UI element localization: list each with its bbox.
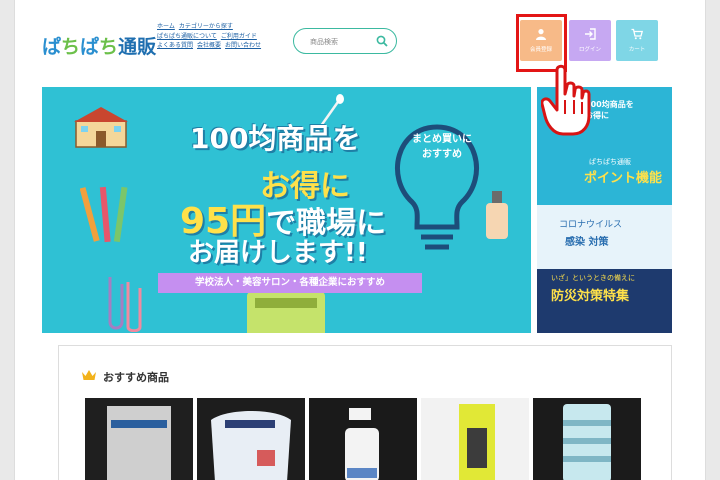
banner-callout: まとめ買いに おすすめ	[397, 132, 487, 162]
search-box[interactable]: 商品検索	[293, 28, 397, 54]
nav-link-category[interactable]: カテゴリーから探す	[179, 23, 233, 30]
nav-link-home[interactable]: ホーム	[157, 23, 175, 30]
product-image	[85, 398, 193, 480]
crown-icon	[82, 370, 96, 380]
calculator-illustration	[247, 292, 325, 333]
header-nav: ホーム カテゴリーから探す ぱちぱち通販について ご利用ガイド よくある質問 会社概要…	[157, 22, 277, 51]
nav-link-contact[interactable]: お問い合わせ	[225, 42, 261, 49]
product-image	[421, 398, 529, 480]
side-banner-text: 感染 対策	[565, 237, 609, 248]
logo-part: ち	[99, 36, 119, 58]
nav-row: ぱちぱち通販について ご利用ガイド	[157, 32, 277, 42]
side-banner-line: お得に	[585, 111, 609, 120]
hand-pointer-icon	[541, 64, 591, 136]
product-card[interactable]	[421, 398, 529, 480]
banner-headline-4: お届けします!!	[188, 238, 368, 268]
nav-row: ホーム カテゴリーから探す	[157, 22, 277, 32]
nav-link-company[interactable]: 会社概要	[197, 42, 221, 49]
product-card[interactable]	[533, 398, 641, 480]
side-banner-text: ポイント機能	[584, 171, 663, 186]
side-banner-text: 防災対策特集	[551, 289, 630, 304]
side-banner-text: ぱちぱち通販	[589, 158, 631, 166]
banner-headline-1: 100均商品を	[190, 122, 361, 155]
logo-part: 通販	[118, 36, 157, 58]
logo-part: ち	[61, 36, 81, 58]
logo-part: ぱ	[42, 36, 62, 58]
side-banner-line: 100均商品を	[585, 100, 634, 109]
product-card[interactable]	[85, 398, 193, 480]
search-icon[interactable]	[376, 35, 388, 47]
product-image	[309, 398, 417, 480]
product-image	[533, 398, 641, 480]
cart-button[interactable]: カート	[616, 20, 658, 61]
nav-link-faq[interactable]: よくある質問	[157, 42, 193, 49]
nav-link-guide[interactable]: ご利用ガイド	[221, 33, 257, 40]
product-card[interactable]	[309, 398, 417, 480]
logo-part: ぱ	[80, 36, 100, 58]
site-logo[interactable]: ぱちぱち通販	[42, 32, 156, 59]
pencils-illustration	[80, 186, 128, 243]
login-button[interactable]: ログイン	[569, 20, 611, 61]
side-banner-text: コロナウイルス	[559, 220, 623, 230]
clips-illustration	[108, 277, 142, 332]
recommended-section: おすすめ商品	[58, 345, 672, 480]
product-image	[197, 398, 305, 480]
lotion-bottle-illustration	[486, 191, 508, 239]
cart-label: カート	[628, 47, 646, 53]
search-input[interactable]: 商品検索	[310, 37, 338, 47]
cart-icon	[631, 28, 643, 40]
nav-link-about[interactable]: ぱちぱち通販について	[157, 33, 217, 40]
nav-row: よくある質問 会社概要 お問い合わせ	[157, 41, 277, 51]
side-banner-text: 100均商品を お得に	[585, 99, 634, 121]
login-label: ログイン	[578, 47, 601, 53]
login-icon	[585, 28, 596, 40]
main-banner[interactable]: 100均商品を お得に 95円で職場に お届けします!! まとめ買いに おすすめ…	[42, 87, 531, 333]
banner-callout-line: おすすめ	[422, 149, 462, 160]
banner-target-strip: 学校法人・美容サロン・各種企業におすすめ	[158, 273, 422, 293]
school-illustration	[74, 107, 128, 148]
banner-callout-line: まとめ買いに	[412, 134, 472, 145]
recommended-title: おすすめ商品	[103, 371, 169, 384]
product-card[interactable]	[197, 398, 305, 480]
side-banner-text: いざ」というときの備えに	[551, 274, 635, 282]
